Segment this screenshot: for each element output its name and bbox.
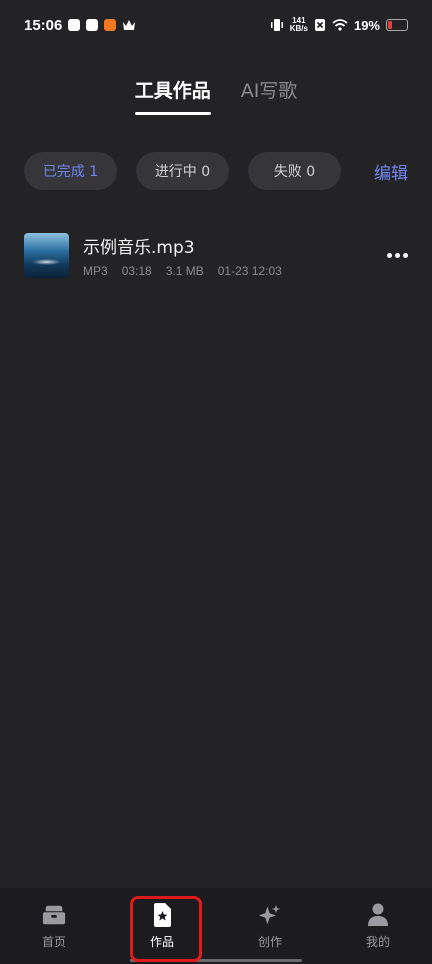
orange-app-icon — [104, 19, 117, 31]
toolbox-icon — [42, 903, 66, 927]
person-icon — [366, 903, 390, 927]
item-duration: 03:18 — [121, 263, 152, 278]
battery-icon — [386, 19, 408, 31]
top-tabs: 工具作品 AI写歌 — [0, 76, 432, 115]
bottom-nav: 首页 作品 创作 我的 — [0, 888, 432, 964]
nav-home-label: 首页 — [41, 934, 66, 949]
status-left: 15:06 — [24, 17, 136, 34]
item-date: 01-23 12:03 — [217, 263, 282, 278]
vibrate-icon — [270, 19, 283, 31]
edit-button[interactable]: 编辑 — [374, 159, 408, 184]
wifi-icon — [332, 19, 348, 31]
item-meta: MP3 03:18 3.1 MB 01-23 12:03 — [83, 264, 282, 278]
music-thumbnail — [24, 232, 69, 278]
status-time: 15:06 — [24, 16, 63, 34]
item-text: 示例音乐.mp3 MP3 03:18 3.1 MB 01-23 12:03 — [83, 233, 282, 278]
filter-completed[interactable]: 已完成 1 — [24, 152, 117, 190]
filter-bar: 已完成 1 进行中 0 失败 0 编辑 — [24, 152, 408, 190]
net-speed: 141 KB/s — [290, 17, 308, 33]
tab-tool-works[interactable]: 工具作品 — [134, 76, 211, 115]
nav-profile[interactable]: 我的 — [324, 888, 432, 964]
list-item[interactable]: 示例音乐.mp3 MP3 03:18 3.1 MB 01-23 12:03 — [24, 232, 408, 278]
sparkle-icon — [258, 903, 282, 927]
more-options-icon[interactable] — [387, 247, 408, 264]
no-sim-icon — [314, 19, 325, 31]
highlight-box — [130, 896, 202, 962]
nav-create[interactable]: 创作 — [216, 888, 324, 964]
filter-failed[interactable]: 失败 0 — [248, 152, 341, 190]
battery-percent: 19% — [353, 17, 380, 33]
net-speed-unit: KB/s — [289, 24, 308, 33]
filter-in-progress[interactable]: 进行中 0 — [136, 152, 229, 190]
crown-icon — [123, 20, 136, 30]
tab-ai-songwriting[interactable]: AI写歌 — [241, 76, 298, 115]
nav-create-label: 创作 — [257, 934, 282, 949]
item-format: MP3 — [83, 263, 108, 278]
app-notification-icon — [68, 19, 81, 31]
nav-profile-label: 我的 — [365, 934, 390, 949]
item-size: 3.1 MB — [165, 263, 204, 278]
status-right: 141 KB/s 19% — [270, 17, 408, 33]
mail-notification-icon — [86, 19, 99, 31]
item-title: 示例音乐.mp3 — [83, 237, 195, 258]
status-bar: 15:06 141 KB/s 19% — [0, 0, 432, 50]
nav-home[interactable]: 首页 — [0, 888, 108, 964]
